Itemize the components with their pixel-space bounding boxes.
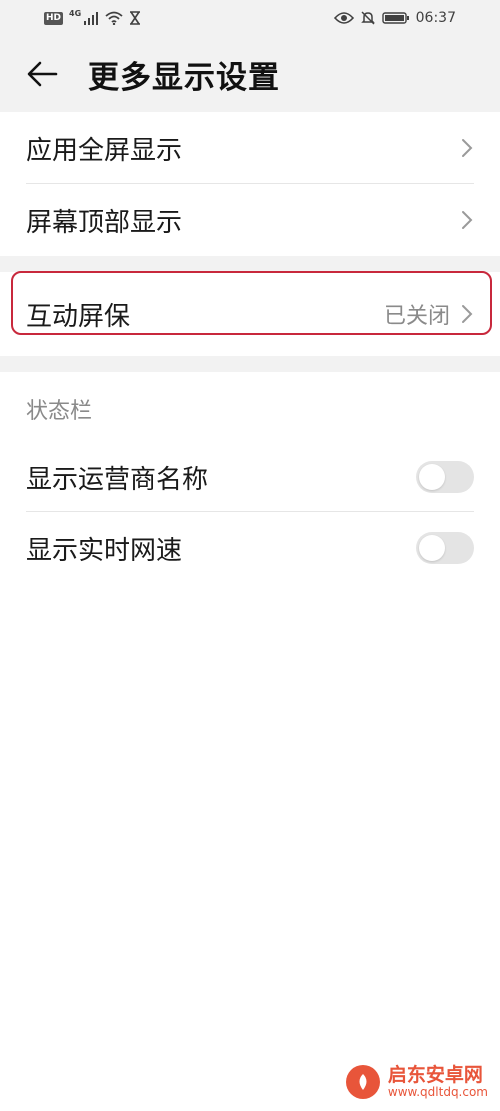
row-label: 互动屏保 xyxy=(26,301,131,332)
battery-icon xyxy=(381,12,409,24)
row-show-carrier-name[interactable]: 显示运营商名称 xyxy=(0,442,500,512)
status-right: 06:37 xyxy=(333,10,456,26)
clock: 06:37 xyxy=(415,10,456,26)
row-label: 应用全屏显示 xyxy=(26,135,183,166)
eye-icon xyxy=(333,12,354,24)
row-label: 显示实时网速 xyxy=(26,535,183,566)
section-gap xyxy=(0,356,500,372)
status-bar: HD 4G 06:37 xyxy=(0,0,500,36)
chevron-right-icon xyxy=(462,305,473,323)
watermark-text: 启东安卓网 www.qdltdq.com xyxy=(388,1065,488,1099)
mute-bell-icon xyxy=(360,11,375,25)
status-left: HD 4G xyxy=(44,8,141,25)
wifi-icon xyxy=(105,11,123,25)
row-show-network-speed[interactable]: 显示实时网速 xyxy=(0,512,500,584)
status-bar-settings-card: 状态栏 显示运营商名称 显示实时网速 xyxy=(0,376,500,584)
toggle-knob xyxy=(419,535,445,561)
watermark-url: www.qdltdq.com xyxy=(387,1084,488,1099)
watermark-logo-icon xyxy=(345,1064,380,1099)
page-title: 更多显示设置 xyxy=(88,59,280,96)
row-label: 显示运营商名称 xyxy=(26,464,209,495)
row-screen-top-display[interactable]: 屏幕顶部显示 xyxy=(0,184,500,256)
back-arrow-icon xyxy=(27,61,58,87)
toggle-knob xyxy=(419,464,445,490)
carrier-name-toggle[interactable] xyxy=(416,461,474,493)
top-area: HD 4G 06:37 更多显示设置 xyxy=(0,0,500,112)
network-speed-toggle[interactable] xyxy=(416,532,474,564)
hourglass-icon xyxy=(130,11,141,25)
header: 更多显示设置 xyxy=(0,36,500,112)
chevron-right-icon xyxy=(462,139,473,157)
watermark: 启东安卓网 www.qdltdq.com xyxy=(345,1064,488,1099)
hd-badge: HD xyxy=(44,11,64,25)
row-interactive-screensaver[interactable]: 互动屏保 已关闭 xyxy=(0,272,500,356)
screensaver-card: 互动屏保 已关闭 xyxy=(0,272,500,356)
watermark-name: 启东安卓网 xyxy=(387,1063,483,1086)
section-gap xyxy=(0,256,500,272)
row-value: 已关闭 xyxy=(383,304,450,329)
chevron-right-icon xyxy=(462,211,473,229)
row-label: 屏幕顶部显示 xyxy=(26,207,183,238)
section-title: 状态栏 xyxy=(26,399,93,424)
row-app-fullscreen[interactable]: 应用全屏显示 xyxy=(0,112,500,184)
network-type: 4G xyxy=(69,8,82,18)
back-button[interactable] xyxy=(26,56,62,92)
signal-icon xyxy=(84,12,99,25)
display-settings-card: 应用全屏显示 屏幕顶部显示 xyxy=(0,112,500,256)
